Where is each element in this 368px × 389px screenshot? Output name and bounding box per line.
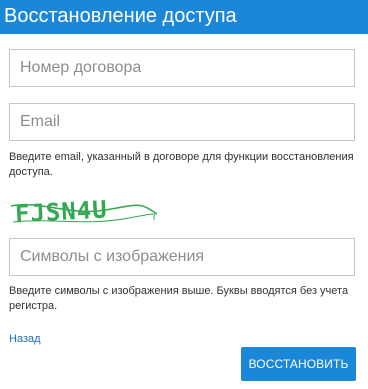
captcha-field[interactable]: [9, 238, 355, 276]
email-hint: Введите email, указанный в договоре для …: [9, 151, 354, 178]
email-field[interactable]: [9, 103, 355, 141]
restore-button[interactable]: ВОССТАНОВИТЬ: [241, 347, 356, 381]
captcha-input[interactable]: [10, 239, 354, 275]
email-input[interactable]: [10, 104, 354, 140]
captcha-hint: Введите символы с изображения выше. Букв…: [9, 285, 349, 312]
back-link[interactable]: Назад: [9, 333, 41, 345]
captcha-image: FJSN4U: [10, 196, 158, 228]
contract-number-input[interactable]: [10, 50, 354, 86]
contract-number-field[interactable]: [9, 49, 355, 87]
header-bar: Восстановление доступа: [0, 0, 368, 34]
page-title: Восстановление доступа: [4, 5, 237, 27]
